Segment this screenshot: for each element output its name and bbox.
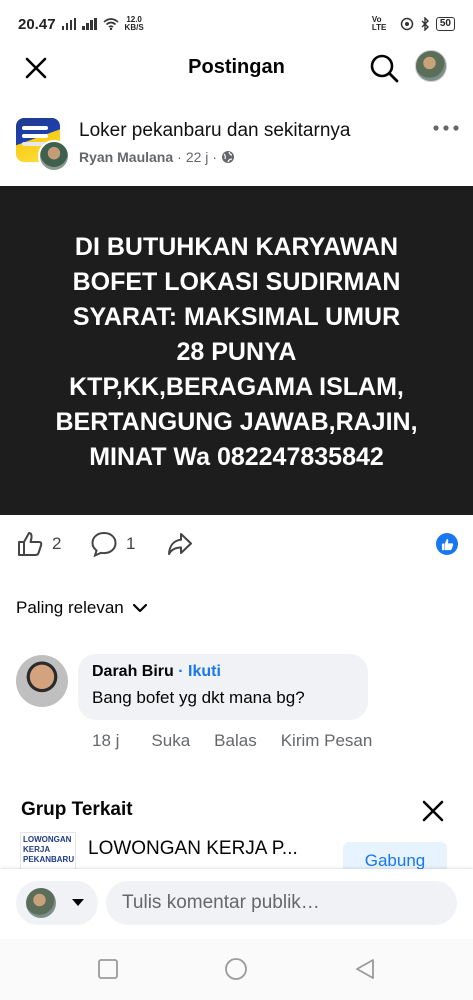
post-text: DI BUTUHKAN KARYAWAN BOFET LOKASI SUDIRM…: [55, 233, 418, 471]
app-header: Postingan: [0, 48, 473, 88]
related-group-name[interactable]: LOWONGAN KERJA P...: [88, 838, 298, 860]
comment-composer: Tulis komentar publik…: [0, 869, 473, 939]
like-reaction-badge[interactable]: [436, 533, 458, 555]
composer-avatar: [26, 888, 56, 918]
share-button[interactable]: [166, 530, 194, 558]
more-dots-icon[interactable]: [430, 118, 462, 138]
sort-label: Paling relevan: [16, 598, 124, 617]
comment-bubble-icon: [91, 531, 117, 558]
comment-bubble[interactable]: Darah Biru · Ikuti Bang bofet yg dkt man…: [78, 654, 368, 720]
like-button[interactable]: 2: [16, 530, 61, 558]
comment-like-button[interactable]: Suka: [151, 731, 190, 751]
follow-button[interactable]: Ikuti: [188, 663, 221, 680]
author-name[interactable]: Ryan Maulana: [79, 149, 173, 165]
post-content-card[interactable]: DI BUTUHKAN KARYAWAN BOFET LOKASI SUDIRM…: [0, 186, 473, 515]
thumbs-up-icon: [18, 532, 43, 556]
status-time: 20.47: [18, 15, 56, 33]
like-count: 2: [52, 534, 62, 553]
battery-icon: 50: [435, 17, 455, 31]
comment-sort[interactable]: Paling relevan: [16, 598, 148, 618]
system-nav-bar: [0, 939, 473, 1000]
author-avatar[interactable]: [38, 140, 70, 172]
status-left: 20.47 12.0 KB/S: [18, 16, 144, 33]
share-arrow-icon: [168, 533, 192, 555]
post-time: 22 j: [185, 149, 209, 165]
page-title: Postingan: [188, 56, 285, 78]
follow-separator: ·: [178, 663, 189, 680]
square-icon[interactable]: [96, 957, 120, 981]
profile-avatar[interactable]: [415, 50, 447, 82]
post-header: Loker pekanbaru dan sekitarnya Ryan Maul…: [0, 108, 473, 178]
wifi-icon: [103, 18, 119, 30]
search-icon[interactable]: [368, 52, 400, 84]
data-saver-icon: [400, 17, 414, 31]
battery-level: 50: [439, 18, 451, 29]
network-speed: 12.0 KB/S: [125, 16, 144, 32]
group-name[interactable]: Loker pekanbaru dan sekitarnya: [79, 120, 350, 142]
caret-down-icon: [72, 899, 84, 906]
volte-label: Vo LTE: [371, 15, 387, 32]
meta-separator: ·: [177, 149, 182, 165]
circle-icon[interactable]: [224, 957, 248, 981]
comment-message-button[interactable]: Kirim Pesan: [281, 731, 373, 751]
comment-input[interactable]: Tulis komentar publik…: [106, 881, 457, 925]
status-right: Vo LTE 50: [372, 16, 455, 32]
related-group-thumbnail[interactable]: LOWONGAN KERJA PEKANBARU: [20, 832, 76, 870]
comment-count: 1: [126, 534, 136, 553]
globe-icon: [222, 151, 235, 163]
commenter-name[interactable]: Darah Biru: [92, 663, 174, 680]
comment-button[interactable]: 1: [90, 530, 135, 558]
comment-text: Bang bofet yg dkt mana bg?: [92, 688, 305, 707]
like-badge-icon: [441, 538, 453, 550]
status-bar: 20.47 12.0 KB/S Vo LTE 50: [0, 0, 473, 48]
triangle-back-icon[interactable]: [353, 957, 377, 981]
comment-reply-button[interactable]: Balas: [214, 731, 257, 751]
bluetooth-icon: [421, 17, 429, 31]
post-meta: Ryan Maulana · 22 j ·: [79, 149, 235, 165]
signal-icon: [61, 18, 77, 30]
close-related-icon[interactable]: [420, 798, 446, 824]
related-groups-title: Grup Terkait: [21, 799, 133, 820]
post-actions: 2 1: [0, 522, 473, 566]
signal-icon-2: [82, 18, 97, 30]
commenter-avatar[interactable]: [16, 655, 68, 707]
related-thumb-text: LOWONGAN KERJA PEKANBARU: [23, 835, 75, 864]
comment-actions: 18 j Suka Balas Kirim Pesan: [92, 731, 372, 751]
comment-time: 18 j: [92, 731, 120, 750]
meta-separator-2: ·: [212, 149, 218, 165]
identity-switcher[interactable]: [16, 881, 98, 925]
chevron-down-icon: [132, 603, 147, 613]
speed-unit: KB/S: [124, 23, 144, 32]
